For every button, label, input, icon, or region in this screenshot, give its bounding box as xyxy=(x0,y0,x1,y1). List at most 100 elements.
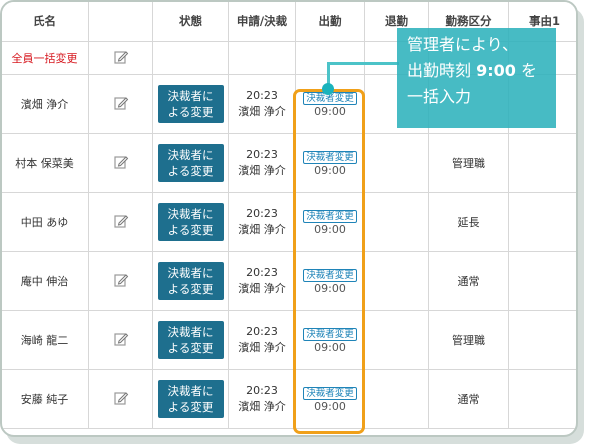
application-cell: 20:23 濱畑 浄介 xyxy=(228,192,296,252)
table-row: 中田 あゆ 決裁者による変更 20:23 濱畑 浄介 決裁者変更 09:00 延長 xyxy=(2,192,576,252)
pencil-edit-icon[interactable] xyxy=(113,95,129,111)
pencil-edit-icon[interactable] xyxy=(113,213,129,229)
header-edit xyxy=(88,2,153,42)
approver-name: 濱畑 浄介 xyxy=(238,105,286,118)
pencil-edit-icon[interactable] xyxy=(113,49,129,65)
status-button[interactable]: 決裁者による変更 xyxy=(157,85,224,123)
status-button[interactable]: 決裁者による変更 xyxy=(157,203,224,241)
table-row: 安藤 純子 決裁者による変更 20:23 濱畑 浄介 決裁者変更 09:00 通常 xyxy=(2,369,576,429)
clock-in-cell[interactable]: 決裁者変更 09:00 xyxy=(295,251,365,311)
work-type-cell[interactable]: 通常 xyxy=(428,251,509,311)
pencil-edit-icon[interactable] xyxy=(113,390,129,406)
header-name: 氏名 xyxy=(2,2,89,42)
status-cell: 決裁者による変更 xyxy=(152,369,229,429)
status-button[interactable]: 決裁者による変更 xyxy=(157,380,224,418)
table-row: 庵中 伸治 決裁者による変更 20:23 濱畑 浄介 決裁者変更 09:00 通常 xyxy=(2,251,576,311)
application-time: 20:23 xyxy=(246,384,278,397)
pencil-edit-icon[interactable] xyxy=(113,331,129,347)
row-edit-cell[interactable] xyxy=(88,369,153,429)
status-cell: 決裁者による変更 xyxy=(152,192,229,252)
approver-name: 濱畑 浄介 xyxy=(238,164,286,177)
callout-line1: 管理者により、 xyxy=(407,35,519,54)
approver-name: 濱畑 浄介 xyxy=(238,341,286,354)
row-edit-cell[interactable] xyxy=(88,133,153,193)
status-cell: 決裁者による変更 xyxy=(152,133,229,193)
reason-cell[interactable] xyxy=(508,133,576,193)
approver-name: 濱畑 浄介 xyxy=(238,400,286,413)
clock-in-time: 09:00 xyxy=(314,400,346,413)
application-cell: 20:23 濱畑 浄介 xyxy=(228,369,296,429)
application-time: 20:23 xyxy=(246,207,278,220)
header-application: 申請/決裁 xyxy=(228,2,296,42)
application-cell: 20:23 濱畑 浄介 xyxy=(228,74,296,134)
clock-out-cell[interactable] xyxy=(364,192,429,252)
row-edit-cell[interactable] xyxy=(88,310,153,370)
approver-change-tag: 決裁者変更 xyxy=(303,387,357,400)
callout-line2-suffix: を xyxy=(515,61,537,80)
employee-name: 安藤 純子 xyxy=(2,369,89,429)
pencil-edit-icon[interactable] xyxy=(113,272,129,288)
bulk-change-link[interactable]: 全員一括変更 xyxy=(2,41,89,75)
row-edit-cell[interactable] xyxy=(88,74,153,134)
callout-line2: 出勤時刻 9:00 を xyxy=(407,58,556,84)
clock-in-time: 09:00 xyxy=(314,223,346,236)
employee-name: 中田 あゆ xyxy=(2,192,89,252)
status-cell: 決裁者による変更 xyxy=(152,251,229,311)
application-time: 20:23 xyxy=(246,266,278,279)
status-button[interactable]: 決裁者による変更 xyxy=(157,144,224,182)
status-button[interactable]: 決裁者による変更 xyxy=(157,262,224,300)
header-status: 状態 xyxy=(152,2,229,42)
work-type-cell[interactable]: 管理職 xyxy=(428,310,509,370)
clock-out-cell[interactable] xyxy=(364,369,429,429)
table-row: 海崎 龍二 決裁者による変更 20:23 濱畑 浄介 決裁者変更 09:00 管理職 xyxy=(2,310,576,370)
clock-in-cell[interactable]: 決裁者変更 09:00 xyxy=(295,310,365,370)
clock-in-time: 09:00 xyxy=(314,164,346,177)
work-type-cell[interactable]: 通常 xyxy=(428,369,509,429)
status-cell: 決裁者による変更 xyxy=(152,74,229,134)
clock-in-cell[interactable]: 決裁者変更 09:00 xyxy=(295,133,365,193)
clock-out-cell[interactable] xyxy=(364,251,429,311)
clock-out-cell[interactable] xyxy=(364,133,429,193)
row-edit-cell[interactable] xyxy=(88,192,153,252)
employee-name: 濱畑 浄介 xyxy=(2,74,89,134)
approver-change-tag: 決裁者変更 xyxy=(303,328,357,341)
clock-in-cell[interactable]: 決裁者変更 09:00 xyxy=(295,369,365,429)
status-button[interactable]: 決裁者による変更 xyxy=(157,321,224,359)
reason-cell[interactable] xyxy=(508,192,576,252)
clock-in-cell[interactable]: 決裁者変更 09:00 xyxy=(295,192,365,252)
application-cell: 20:23 濱畑 浄介 xyxy=(228,251,296,311)
approver-name: 濱畑 浄介 xyxy=(238,223,286,236)
callout-connector-horizontal xyxy=(327,62,399,65)
reason-cell[interactable] xyxy=(508,251,576,311)
work-type-cell[interactable]: 延長 xyxy=(428,192,509,252)
approver-change-tag: 決裁者変更 xyxy=(303,269,357,282)
application-cell: 20:23 濱畑 浄介 xyxy=(228,310,296,370)
callout-line2-prefix: 出勤時刻 xyxy=(407,61,477,80)
application-time: 20:23 xyxy=(246,148,278,161)
callout-dot xyxy=(322,83,334,95)
status-cell: 決裁者による変更 xyxy=(152,310,229,370)
pencil-edit-icon[interactable] xyxy=(113,154,129,170)
approver-change-tag: 決裁者変更 xyxy=(303,151,357,164)
clock-out-cell[interactable] xyxy=(364,310,429,370)
approver-change-tag: 決裁者変更 xyxy=(303,210,357,223)
application-time: 20:23 xyxy=(246,325,278,338)
approver-name: 濱畑 浄介 xyxy=(238,282,286,295)
header-clock-in: 出勤 xyxy=(295,2,365,42)
application-time: 20:23 xyxy=(246,89,278,102)
callout-line3: 一括入力 xyxy=(407,87,472,106)
reason-cell[interactable] xyxy=(508,369,576,429)
employee-name: 海崎 龍二 xyxy=(2,310,89,370)
work-type-cell[interactable]: 管理職 xyxy=(428,133,509,193)
table-row: 村本 保菜美 決裁者による変更 20:23 濱畑 浄介 決裁者変更 09:00 管理職 xyxy=(2,133,576,193)
callout-box: 管理者により、 出勤時刻 9:00 を 一括入力 xyxy=(397,28,556,128)
clock-in-time: 09:00 xyxy=(314,105,346,118)
application-cell: 20:23 濱畑 浄介 xyxy=(228,133,296,193)
employee-name: 村本 保菜美 xyxy=(2,133,89,193)
employee-name: 庵中 伸治 xyxy=(2,251,89,311)
reason-cell[interactable] xyxy=(508,310,576,370)
callout-time: 9:00 xyxy=(476,61,516,80)
clock-in-time: 09:00 xyxy=(314,341,346,354)
bulk-edit-cell[interactable] xyxy=(88,41,153,75)
row-edit-cell[interactable] xyxy=(88,251,153,311)
